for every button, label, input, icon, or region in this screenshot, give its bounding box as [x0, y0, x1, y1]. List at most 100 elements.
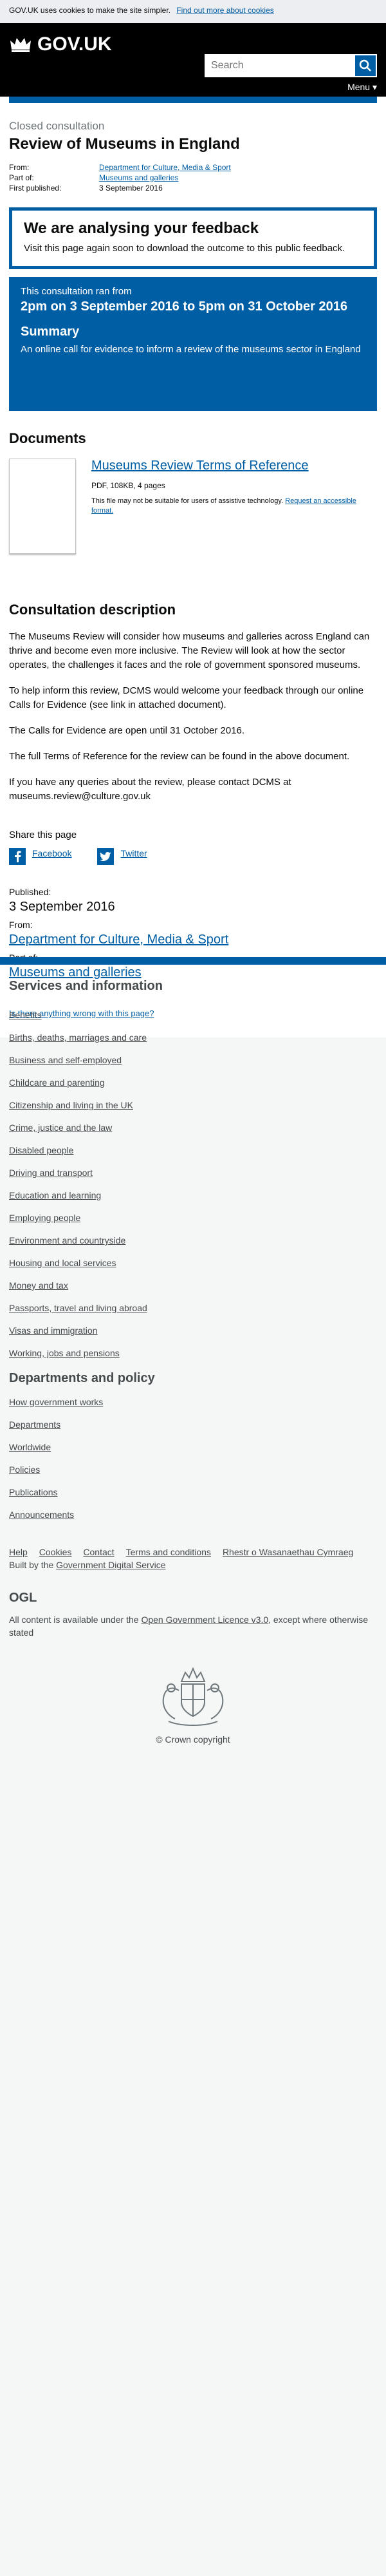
published-value: 3 September 2016 — [9, 900, 115, 914]
metadata: From: Department for Culture, Media & Sp… — [9, 162, 377, 193]
twitter-icon[interactable] — [97, 848, 115, 865]
twitter-link[interactable]: Twitter — [120, 848, 147, 858]
search-form — [205, 54, 377, 77]
footer-link-crime[interactable]: Crime, justice and the law — [9, 1117, 377, 1139]
govuk-logo-link[interactable]: GOV.UK — [9, 33, 112, 55]
description-paragraph: The Museums Review will consider how mus… — [9, 631, 370, 670]
departments-heading: Departments and policy — [9, 1371, 155, 1385]
ogl-licence-link[interactable]: Open Government Licence v3.0 — [141, 1615, 268, 1625]
main-content: Menu ▾ Closed consultation Review of Mus… — [0, 77, 386, 1037]
description-heading: Consultation description — [9, 601, 176, 618]
footer-bottom-links: Help Cookies Contact Terms and condition… — [9, 1547, 377, 1557]
meta-key: First published: — [9, 184, 62, 193]
share-links: Facebook Twitter — [9, 848, 377, 865]
footer-link-visas[interactable]: Visas and immigration — [9, 1320, 377, 1342]
footer-link-how-government-works[interactable]: How government works — [9, 1391, 377, 1414]
logo-text: GOV.UK — [37, 33, 112, 55]
meta-key: From: — [9, 163, 30, 172]
consultation-ran-from: This consultation ran from — [21, 286, 132, 297]
ogl-logo: OGL — [9, 1591, 37, 1605]
footer-link-cookies[interactable]: Cookies — [39, 1547, 72, 1557]
footer-link-contact[interactable]: Contact — [83, 1547, 114, 1557]
meta-partof-link[interactable]: Museums and galleries — [99, 173, 178, 182]
footer-link-disabled[interactable]: Disabled people — [9, 1139, 377, 1162]
cookie-link[interactable]: Find out more about cookies — [176, 6, 273, 15]
from-label: From: — [9, 920, 33, 930]
footer-link-working[interactable]: Working, jobs and pensions — [9, 1342, 377, 1365]
footer-link-education[interactable]: Education and learning — [9, 1184, 377, 1207]
menu-button[interactable]: Menu ▾ — [347, 82, 377, 93]
meta-published-value: 3 September 2016 — [99, 184, 163, 193]
crown-icon — [10, 38, 31, 52]
document-meta: PDF, 108KB, 4 pages — [91, 481, 165, 490]
accessibility-note-text: This file may not be suitable for users … — [91, 497, 284, 505]
footer-link-passports[interactable]: Passports, travel and living abroad — [9, 1297, 377, 1320]
page-title: Review of Museums in England — [9, 135, 240, 153]
footer-link-worldwide[interactable]: Worldwide — [9, 1436, 377, 1459]
published-label: Published: — [9, 887, 51, 897]
footer-link-business[interactable]: Business and self-employed — [9, 1049, 377, 1072]
search-input[interactable] — [205, 54, 354, 77]
footer-link-help[interactable]: Help — [9, 1547, 28, 1557]
search-icon — [359, 59, 371, 71]
licence-prefix: All content is available under the — [9, 1615, 139, 1625]
facebook-link[interactable]: Facebook — [32, 848, 71, 858]
built-by: Built by the Government Digital Service — [9, 1560, 377, 1570]
footer-link-announcements[interactable]: Announcements — [9, 1504, 377, 1526]
description-paragraph: To help inform this review, DCMS would w… — [9, 685, 364, 710]
description-paragraph: The Calls for Evidence are open until 31… — [9, 725, 245, 736]
footer-link-departments[interactable]: Departments — [9, 1414, 377, 1436]
footer-link-driving[interactable]: Driving and transport — [9, 1162, 377, 1184]
consultation-summary-box: This consultation ran from 2pm on 3 Sept… — [9, 277, 377, 411]
header-blue-rule — [9, 97, 377, 103]
document-page-icon — [10, 459, 75, 553]
meta-partof: Part of: Museums and galleries — [9, 173, 377, 183]
page-caption: Closed consultation — [9, 120, 105, 132]
share-facebook: Facebook — [9, 848, 71, 865]
description-paragraph: If you have any queries about the review… — [9, 777, 291, 802]
footer-link-benefits[interactable]: Benefits — [9, 1004, 377, 1027]
document-attachment: Museums Review Terms of Reference PDF, 1… — [9, 459, 377, 568]
document-title-link[interactable]: Museums Review Terms of Reference — [91, 459, 309, 473]
footer-link-environment[interactable]: Environment and countryside — [9, 1229, 377, 1252]
document-thumbnail[interactable] — [9, 459, 76, 554]
documents-heading: Documents — [9, 430, 86, 446]
footer-top-border — [0, 957, 386, 965]
gds-link[interactable]: Government Digital Service — [56, 1560, 165, 1570]
search-button[interactable] — [354, 54, 377, 77]
cookie-banner: GOV.UK uses cookies to make the site sim… — [0, 0, 386, 23]
footer-link-childcare[interactable]: Childcare and parenting — [9, 1072, 377, 1094]
description-paragraph: The full Terms of Reference for the revi… — [9, 751, 350, 762]
site-footer: Services and information Benefits Births… — [0, 965, 386, 1759]
licence-text: All content is available under the Open … — [9, 1613, 377, 1639]
share-twitter: Twitter — [97, 848, 147, 865]
cookie-text: GOV.UK uses cookies to make the site sim… — [9, 6, 170, 15]
footer-link-employing[interactable]: Employing people — [9, 1207, 377, 1229]
royal-crest: © Crown copyright — [9, 1662, 377, 1745]
meta-from-link[interactable]: Department for Culture, Media & Sport — [99, 163, 231, 172]
meta-key: Part of: — [9, 173, 34, 182]
meta-published: First published: 3 September 2016 — [9, 183, 377, 193]
footer-link-citizenship[interactable]: Citizenship and living in the UK — [9, 1094, 377, 1117]
footer-link-money[interactable]: Money and tax — [9, 1274, 377, 1297]
footer-link-policies[interactable]: Policies — [9, 1459, 377, 1481]
from-link[interactable]: Department for Culture, Media & Sport — [9, 933, 228, 947]
share-title: Share this page — [9, 829, 77, 840]
footer-link-births[interactable]: Births, deaths, marriages and care — [9, 1027, 377, 1049]
facebook-icon[interactable] — [9, 848, 26, 865]
footer-link-publications[interactable]: Publications — [9, 1481, 377, 1504]
header-menu-strip: Menu ▾ — [0, 77, 386, 97]
services-heading: Services and information — [9, 979, 163, 993]
footer-link-welsh[interactable]: Rhestr o Wasanaethau Cymraeg — [223, 1547, 353, 1557]
footer-link-housing[interactable]: Housing and local services — [9, 1252, 377, 1274]
summary-heading: Summary — [21, 325, 80, 339]
feedback-notice: We are analysing your feedback Visit thi… — [9, 207, 377, 269]
site-header: GOV.UK — [0, 23, 386, 77]
departments-list: How government works Departments Worldwi… — [9, 1391, 377, 1526]
feedback-heading: We are analysing your feedback — [24, 220, 259, 237]
description-body: The Museums Review will consider how mus… — [9, 630, 377, 804]
footer-link-terms[interactable]: Terms and conditions — [126, 1547, 211, 1557]
built-by-prefix: Built by the — [9, 1560, 54, 1570]
document-accessibility-note: This file may not be suitable for users … — [91, 497, 362, 516]
meta-from: From: Department for Culture, Media & Sp… — [9, 162, 377, 173]
